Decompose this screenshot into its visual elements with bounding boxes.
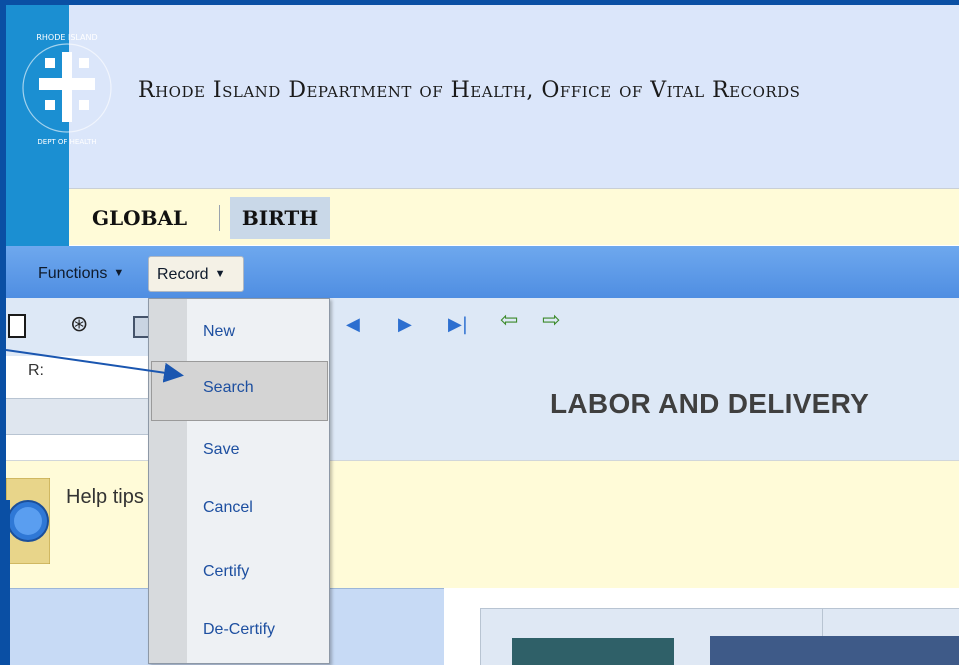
forward-arrow-icon[interactable]: ⇨ [542,308,560,333]
back-arrow-icon[interactable]: ⇦ [500,308,518,333]
help-info-icon[interactable] [6,478,50,564]
form-panel-divider [822,608,823,636]
menu-record-label: Record [157,266,209,283]
record-dropdown-menu: New Search Save Cancel Certify De-Certif… [148,298,330,664]
menu-functions-label: Functions [38,265,108,282]
section-title: LABOR AND DELIVERY [550,388,870,419]
binoculars-find-icon[interactable]: ⊛ [70,312,88,337]
svg-text:RHODE ISLAND: RHODE ISLAND [36,33,97,42]
record-field-cell: R: [6,356,148,399]
tab-global[interactable]: GLOBAL [92,197,187,239]
menu-item-de-certify[interactable]: De-Certify [203,621,275,639]
first-record-icon[interactable]: ◀ [346,314,360,335]
menu-functions[interactable]: Functions ▼ [34,256,128,292]
menu-item-save[interactable]: Save [203,441,239,459]
last-record-icon[interactable]: ▶| [448,314,468,335]
chevron-down-icon: ▼ [214,268,226,280]
ri-doh-seal-logo: RHODE ISLAND DEPT OF HEALTH [22,33,112,146]
menu-item-new[interactable]: New [203,323,235,341]
tab-separator [219,205,220,231]
frame-border-left-lower [6,500,10,665]
help-tips-label: Help tips [66,486,144,508]
record-field-label: R: [28,362,44,379]
menu-item-cancel[interactable]: Cancel [203,499,253,517]
next-record-icon[interactable]: ▶ [398,314,412,335]
app-window: RHODE ISLAND DEPT OF HEALTH Rhode Island… [0,0,959,665]
chevron-down-icon: ▼ [113,267,125,279]
agency-title: Rhode Island Department of Health, Offic… [138,78,801,103]
form-header-strip [710,636,959,665]
form-tab[interactable] [512,638,674,665]
content-gap [444,588,480,665]
new-document-icon[interactable]: new [8,314,26,338]
module-tab-bar [69,188,959,245]
menu-item-certify[interactable]: Certify [203,563,249,581]
record-field-cell-empty [6,399,148,435]
menu-record[interactable]: Record ▼ [148,256,244,292]
menu-item-search[interactable]: Search [203,379,254,397]
frame-border-top [0,0,959,5]
frame-border-left [0,0,6,665]
svg-text:DEPT OF HEALTH: DEPT OF HEALTH [37,138,96,146]
menu-icon-gutter [149,299,187,663]
tab-birth[interactable]: BIRTH [230,197,330,239]
